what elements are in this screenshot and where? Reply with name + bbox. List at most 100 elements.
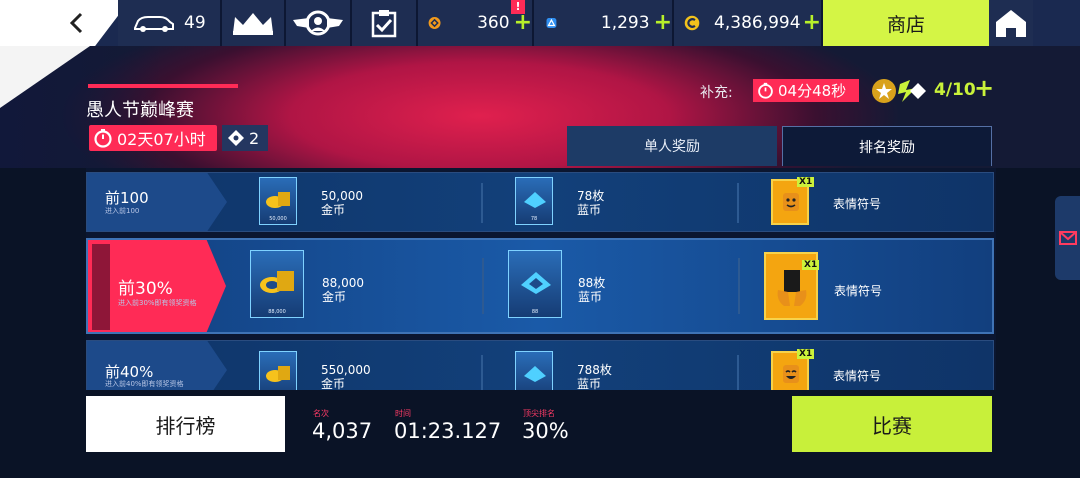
rank-value: 4,037 [312,419,373,443]
profile-button[interactable] [286,0,352,46]
shop-button[interactable]: 商店 [823,0,989,46]
event-timer: 02天07小时 [89,125,217,151]
gold-reward-card: 88,000 [250,250,304,318]
top-rank-value: 30% [522,419,569,443]
emoji-hands-icon [777,270,807,306]
coin-stack-icon [260,271,294,293]
rank-note: 进入前100 [105,207,140,215]
rank-note: 进入前30%即有领奖资格 [118,299,197,307]
coin-stack-icon [266,366,290,382]
divider [738,258,740,314]
ticket-icon [228,130,244,146]
club-button[interactable] [222,0,286,46]
gold-amount: 550,000 金币 [321,363,371,390]
time-label: 时间 [395,409,411,418]
blue-amount: 88枚 蓝币 [578,276,605,304]
emote-label: 表情符号 [833,197,882,211]
card-caption: 88 [531,309,539,315]
quantity-badge: X1 [797,177,815,187]
token-icon [428,17,441,29]
divider [481,355,483,390]
stopwatch-icon [94,129,112,148]
blueprints-counter[interactable]: 1,293 + [534,0,674,46]
crown-icon [233,13,273,35]
blue-reward-card [515,351,553,390]
ticket-counter: 2 [222,125,268,151]
emoji-face-icon [783,365,799,383]
add-tickets-icon[interactable]: + [974,76,994,100]
divider [737,183,739,223]
blue-value: 788枚 [577,363,612,377]
event-title: 愚人节巅峰赛 [86,100,194,121]
add-blueprints-icon[interactable]: + [654,12,672,34]
divider [737,355,739,390]
selection-marker [92,244,110,330]
gold-unit: 金币 [321,377,346,390]
blue-reward-card: 88 [508,250,562,318]
credit-coin-icon [684,15,700,31]
garage-counter[interactable]: 49 [118,0,222,46]
blue-amount: 78枚 蓝币 [577,189,604,217]
gold-value: 88,000 [322,276,364,290]
mail-icon [1058,231,1077,245]
mail-side-tab[interactable] [1055,196,1080,280]
blue-value: 88枚 [578,276,606,290]
blue-unit: 蓝币 [577,203,602,217]
blue-reward-card: 78 [515,177,553,225]
race-button[interactable]: 比赛 [792,396,992,452]
gold-reward-card: 50,000 [259,177,297,225]
blueprints-value: 1,293 [600,13,650,33]
credits-counter[interactable]: 4,386,994 + [674,0,823,46]
reward-row[interactable]: 前100 进入前100 50,000 50,000 金币 78 78枚 蓝币 X… [86,172,994,232]
tab-single-rewards[interactable]: 单人奖励 [567,126,777,166]
blue-unit: 蓝币 [578,290,603,304]
card-caption: 50,000 [269,216,287,222]
blue-amount: 788枚 蓝币 [577,363,612,390]
rank-note: 进入前40%即有领奖资格 [105,380,184,388]
card-caption: 78 [530,216,538,222]
clipboard-check-icon [371,10,397,38]
credits-value: 4,386,994 [714,13,801,33]
rank-label: 名次 [313,409,329,418]
time-value: 01:23.127 [394,419,502,443]
rank-name: 前30% [118,279,173,299]
blue-coin-icon [524,192,546,208]
rank-rewards-list[interactable]: 前100 进入前100 50,000 50,000 金币 78 78枚 蓝币 X… [86,168,996,390]
gold-unit: 金币 [322,290,347,304]
top-rank-label: 顶尖排名 [523,409,555,418]
refill-time: 04分48秒 [778,82,847,100]
quantity-badge: X1 [802,260,820,270]
blue-value: 78枚 [577,189,605,203]
ticket-value: 2 [249,128,260,148]
coin-stack-icon [266,192,290,208]
reward-row-selected[interactable]: 前30% 进入前30%即有领奖资格 88,000 88,000 金币 88 88枚… [86,238,994,334]
missions-button[interactable] [352,0,418,46]
winged-badge-icon [293,10,343,36]
ticket-pack-icon [872,79,926,103]
rank-name: 前100 [105,189,149,207]
refill-label: 补充: [700,85,733,101]
emote-label: 表情符号 [834,284,883,298]
event-time-left: 02天07小时 [117,130,206,149]
leaderboard-button[interactable]: 排行榜 [86,396,285,452]
reward-row[interactable]: 前40% 进入前40%即有领奖资格 550,000 金币 788枚 蓝币 X1 … [86,340,994,390]
add-tokens-icon[interactable]: + [514,12,532,34]
gold-unit: 金币 [321,203,346,217]
quantity-badge: X1 [797,349,815,359]
car-icon [134,16,174,32]
refill-timer: 04分48秒 [753,79,859,102]
title-accent-bar [88,84,238,88]
home-button[interactable] [989,0,1033,46]
tokens-value: 360 [477,13,510,33]
gold-value: 50,000 [321,189,363,203]
tab-rank-rewards[interactable]: 排名奖励 [782,126,992,166]
blue-coin-icon [521,272,551,294]
add-credits-icon[interactable]: + [803,12,821,34]
card-caption: 88,000 [268,309,286,315]
blueprint-icon [546,18,557,28]
blue-coin-icon [524,366,546,382]
divider [481,183,483,223]
home-icon [996,10,1026,37]
blue-unit: 蓝币 [577,377,602,390]
stopwatch-icon [758,82,773,99]
